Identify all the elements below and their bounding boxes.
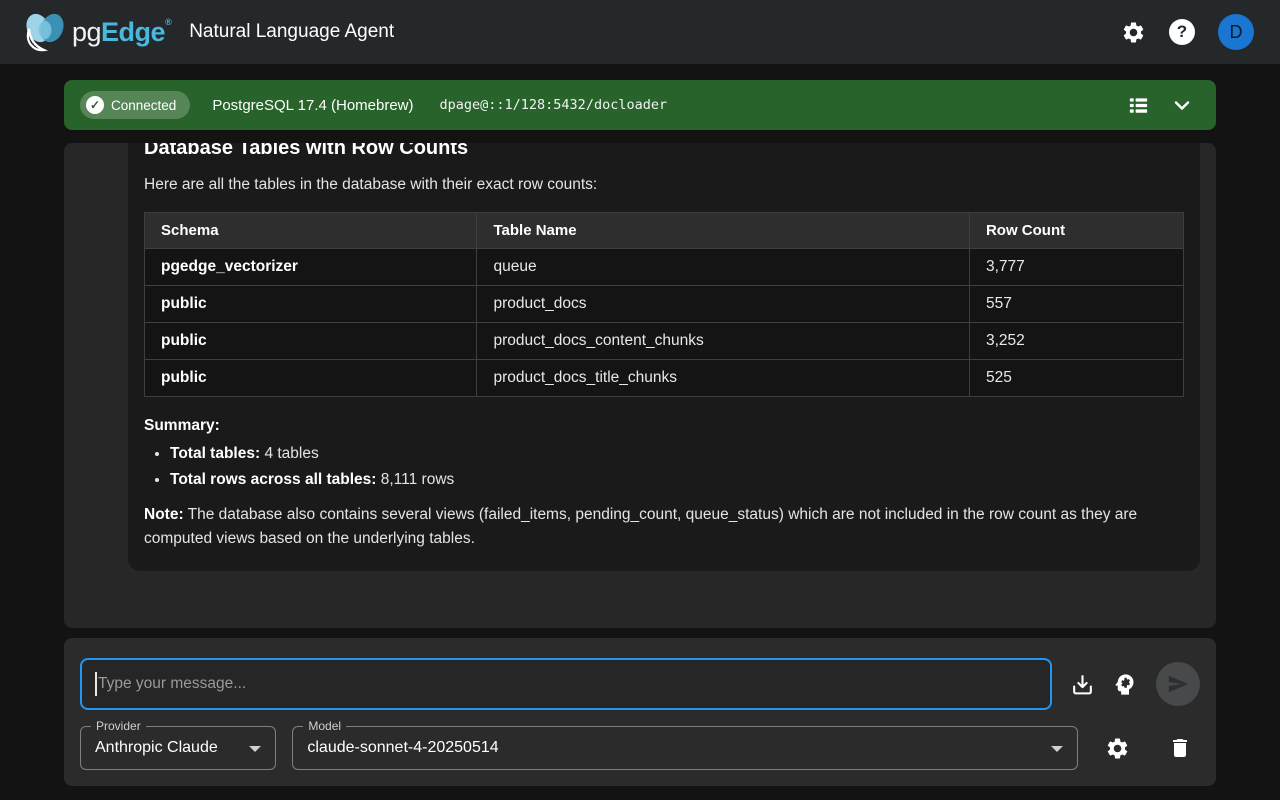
table-row: public product_docs_content_chunks 3,252 xyxy=(145,323,1184,360)
row-counts-table: Schema Table Name Row Count pgedge_vecto… xyxy=(144,212,1184,397)
chevron-down-icon[interactable] xyxy=(1170,93,1194,117)
model-settings-gear-icon[interactable] xyxy=(1098,728,1137,768)
connection-list-icon[interactable] xyxy=(1127,94,1150,117)
pgedge-heart-icon xyxy=(22,11,68,53)
connection-status-label: Connected xyxy=(111,98,176,113)
help-icon[interactable]: ? xyxy=(1169,19,1195,45)
summary-list: Total tables: 4 tables Total rows across… xyxy=(170,445,1184,489)
download-icon[interactable] xyxy=(1062,664,1102,704)
check-circle-icon: ✓ xyxy=(86,96,104,114)
provider-label: Provider xyxy=(91,719,146,733)
trash-icon[interactable] xyxy=(1161,728,1200,768)
col-header-table-name: Table Name xyxy=(477,213,969,249)
app-header: pgEdge® Natural Language Agent ? D xyxy=(0,0,1280,64)
model-value: claude-sonnet-4-20250514 xyxy=(307,739,498,757)
send-button[interactable] xyxy=(1156,662,1200,706)
table-row: pgedge_vectorizer queue 3,777 xyxy=(145,249,1184,286)
pgedge-logo: pgEdge® xyxy=(22,11,171,53)
assistant-message-card: Database Tables with Row Counts Here are… xyxy=(128,143,1200,571)
dropdown-arrow-icon xyxy=(1051,746,1063,752)
provider-value: Anthropic Claude xyxy=(95,739,218,757)
model-label: Model xyxy=(303,719,346,733)
table-row: public product_docs_title_chunks 525 xyxy=(145,360,1184,397)
user-avatar[interactable]: D xyxy=(1218,14,1254,50)
pgedge-logo-text: pgEdge® xyxy=(72,17,171,48)
model-select[interactable]: Model claude-sonnet-4-20250514 xyxy=(292,726,1078,770)
message-heading: Database Tables with Row Counts xyxy=(144,143,1184,160)
provider-select[interactable]: Provider Anthropic Claude xyxy=(80,726,276,770)
dropdown-arrow-icon xyxy=(249,746,261,752)
server-version-label: PostgreSQL 17.4 (Homebrew) xyxy=(212,97,413,114)
connection-bar: ✓ Connected PostgreSQL 17.4 (Homebrew) d… xyxy=(64,80,1216,130)
message-input[interactable] xyxy=(80,658,1052,710)
list-item: Total tables: 4 tables xyxy=(170,445,1184,463)
settings-gear-icon[interactable] xyxy=(1121,20,1146,45)
page-title: Natural Language Agent xyxy=(189,21,394,43)
text-caret xyxy=(95,672,97,696)
table-header-row: Schema Table Name Row Count xyxy=(145,213,1184,249)
col-header-row-count: Row Count xyxy=(969,213,1183,249)
note-paragraph: Note: The database also contains several… xyxy=(144,503,1184,551)
summary-heading: Summary: xyxy=(144,417,1184,435)
composer-panel: Provider Anthropic Claude Model claude-s… xyxy=(64,638,1216,786)
list-item: Total rows across all tables: 8,111 rows xyxy=(170,471,1184,489)
col-header-schema: Schema xyxy=(145,213,477,249)
message-intro: Here are all the tables in the database … xyxy=(144,176,1184,194)
message-input-wrap xyxy=(80,658,1052,710)
ai-psychology-icon[interactable] xyxy=(1104,664,1144,704)
status-badge: ✓ Connected xyxy=(80,91,190,119)
table-row: public product_docs 557 xyxy=(145,286,1184,323)
connection-string: dpage@::1/128:5432/docloader xyxy=(440,97,668,113)
chat-scroll-area[interactable]: Database Tables with Row Counts Here are… xyxy=(64,143,1216,628)
